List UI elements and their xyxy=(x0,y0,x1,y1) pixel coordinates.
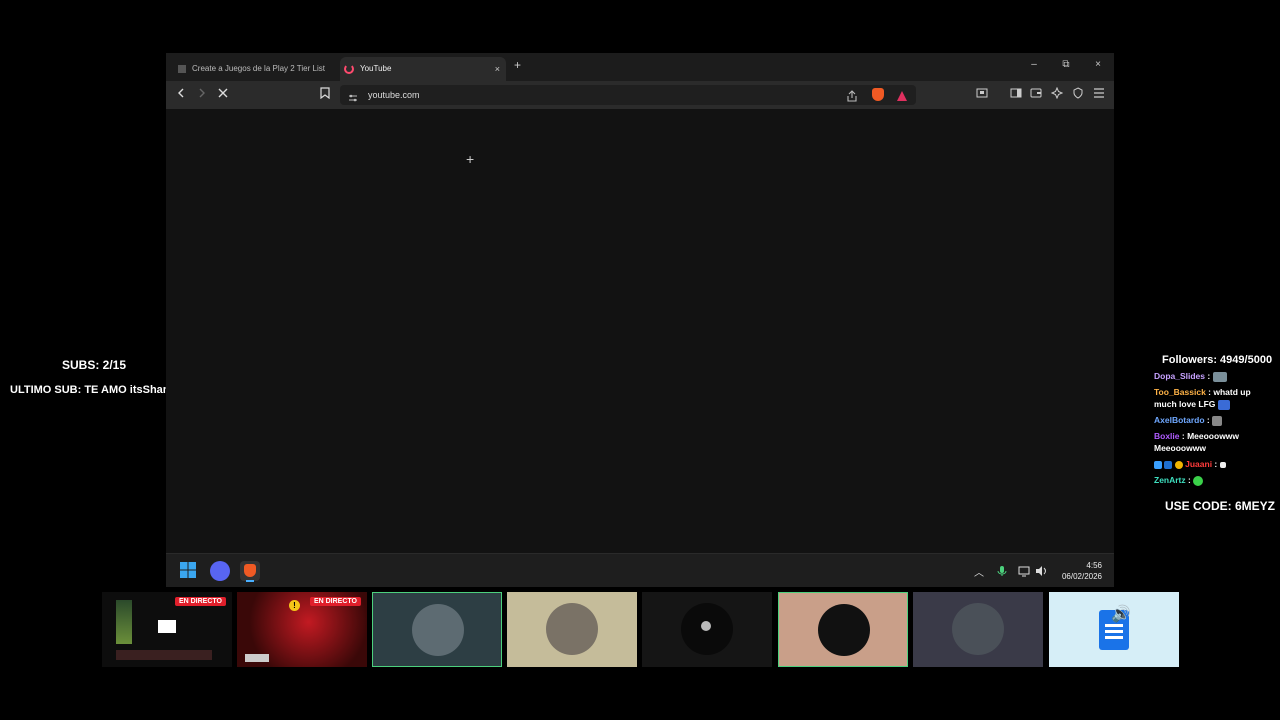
close-tab-icon[interactable]: × xyxy=(495,57,500,81)
thumbnail-user-4[interactable] xyxy=(778,592,908,667)
avatar xyxy=(818,604,870,656)
clock-date: 06/02/2026 xyxy=(1061,572,1102,581)
forward-arrow-icon xyxy=(199,88,205,98)
avatar xyxy=(952,603,1004,655)
chat-username: AxelBotardo xyxy=(1154,415,1205,425)
thumbnail-preview xyxy=(116,650,212,660)
avatar xyxy=(546,603,598,655)
tab-tier-list[interactable]: Create a Juegos de la Play 2 Tier List xyxy=(174,57,334,81)
tab-youtube[interactable]: YouTube × xyxy=(340,57,506,81)
stop-x-icon xyxy=(218,88,228,98)
emote-icon xyxy=(1212,415,1223,426)
back-arrow-icon xyxy=(178,88,184,98)
back-button[interactable] xyxy=(173,87,189,103)
site-settings-icon[interactable] xyxy=(348,90,358,108)
microphone-icon[interactable] xyxy=(997,564,1007,582)
network-icon[interactable] xyxy=(1018,564,1030,582)
avatar xyxy=(412,604,464,656)
stop-loading-button[interactable] xyxy=(215,87,231,103)
last-sub-label: ULTIMO SUB: TE AMO itsShanime xyxy=(10,384,189,396)
address-bar[interactable]: youtube.com xyxy=(340,85,916,105)
tab-strip: Create a Juegos de la Play 2 Tier List Y… xyxy=(166,53,1114,81)
bookmark-button[interactable] xyxy=(317,87,333,103)
live-badge: EN DIRECTO xyxy=(309,597,361,606)
new-tab-button[interactable]: + xyxy=(514,58,521,72)
warning-icon: ! xyxy=(289,600,300,611)
thumbnail-user-3[interactable] xyxy=(642,592,772,667)
stream-chat: Dopa_Slides : Too_Bassick : whatd up muc… xyxy=(1154,370,1274,490)
emote-icon xyxy=(1212,371,1227,382)
clock-time: 4:56 xyxy=(1086,561,1102,570)
speaker-icon: 🔊 xyxy=(1111,606,1131,623)
leo-ai-icon[interactable] xyxy=(1049,86,1065,103)
minimize-button[interactable]: – xyxy=(1026,59,1042,70)
monitor-icon xyxy=(158,620,176,633)
sidebar-icon[interactable] xyxy=(1008,87,1024,103)
chat-username: Boxlie xyxy=(1154,431,1180,441)
thumbnail-stream-2[interactable]: ! EN DIRECTO xyxy=(237,592,367,667)
emote-icon xyxy=(1193,475,1204,486)
tab-manager-icon[interactable] xyxy=(974,87,990,103)
volume-icon[interactable] xyxy=(1035,564,1047,582)
live-badge: EN DIRECTO xyxy=(174,597,226,606)
page-content[interactable]: + xyxy=(166,109,1114,553)
browser-toolbar: youtube.com xyxy=(166,81,1114,109)
crosshair-cursor-icon: + xyxy=(466,151,475,167)
badge-icon xyxy=(1154,460,1162,469)
chat-message: ZenArtz : xyxy=(1154,474,1274,486)
browser-window: Create a Juegos de la Play 2 Tier List Y… xyxy=(166,53,1114,587)
game-logo xyxy=(245,654,269,662)
badge-icon xyxy=(1164,460,1173,469)
chat-username: Dopa_Slides xyxy=(1154,371,1206,381)
thumbnail-user-5[interactable] xyxy=(913,592,1043,667)
forward-button[interactable] xyxy=(194,87,210,103)
chat-message: Dopa_Slides : xyxy=(1154,370,1274,382)
windows-taskbar: ︿ 4:56 06/02/2026 xyxy=(166,553,1114,587)
vpn-shield-icon[interactable] xyxy=(1070,87,1086,103)
clock[interactable]: 4:56 06/02/2026 xyxy=(1058,560,1102,582)
share-icon[interactable] xyxy=(846,89,858,107)
creator-code: USE CODE: 6MEYZ xyxy=(1165,499,1276,513)
tray-chevron-icon[interactable]: ︿ xyxy=(974,564,984,579)
thumbnail-user-2[interactable] xyxy=(507,592,637,667)
menu-icon[interactable] xyxy=(1091,87,1107,103)
tab-title: Create a Juegos de la Play 2 Tier List xyxy=(192,64,325,73)
chat-username: ZenArtz xyxy=(1154,475,1186,485)
tab-title: YouTube xyxy=(360,64,392,73)
chat-message: Boxlie : Meeooowww Meeooowww xyxy=(1154,431,1240,453)
restore-button[interactable]: ⧉ xyxy=(1058,59,1074,70)
brave-taskbar-icon[interactable] xyxy=(240,561,260,582)
emote-icon xyxy=(1217,399,1230,410)
thumbnail-user-1[interactable] xyxy=(372,592,502,667)
badge-icon xyxy=(1174,460,1183,469)
chat-username: Juaani xyxy=(1185,459,1213,469)
brave-shields-icon[interactable] xyxy=(872,88,884,101)
chat-message: AxelBotardo : xyxy=(1154,414,1274,426)
followers-goal: Followers: 4949/5000 xyxy=(1162,354,1273,366)
chat-message: Too_Bassick : whatd up much love LFG xyxy=(1154,387,1251,410)
avatar xyxy=(681,603,733,655)
emote-icon xyxy=(1219,461,1226,468)
wallet-icon[interactable] xyxy=(1028,87,1044,103)
loading-spinner-icon xyxy=(344,63,354,74)
brave-rewards-icon[interactable] xyxy=(896,89,908,107)
discord-icon[interactable] xyxy=(210,561,230,581)
windows-start-icon[interactable] xyxy=(179,561,199,581)
tiermaker-favicon-icon xyxy=(178,64,186,73)
subs-counter: SUBS: 2/15 xyxy=(62,358,127,372)
thumbnail-stream-1[interactable]: EN DIRECTO xyxy=(102,592,232,667)
chat-username: Too_Bassick xyxy=(1154,387,1206,397)
close-window-button[interactable]: × xyxy=(1090,59,1106,70)
audio-meter xyxy=(116,600,132,644)
thumbnail-user-6[interactable]: 🔊 xyxy=(1049,592,1179,667)
bookmark-icon xyxy=(320,87,330,100)
chat-message: Juaani : xyxy=(1154,458,1274,470)
url-text: youtube.com xyxy=(368,90,420,100)
